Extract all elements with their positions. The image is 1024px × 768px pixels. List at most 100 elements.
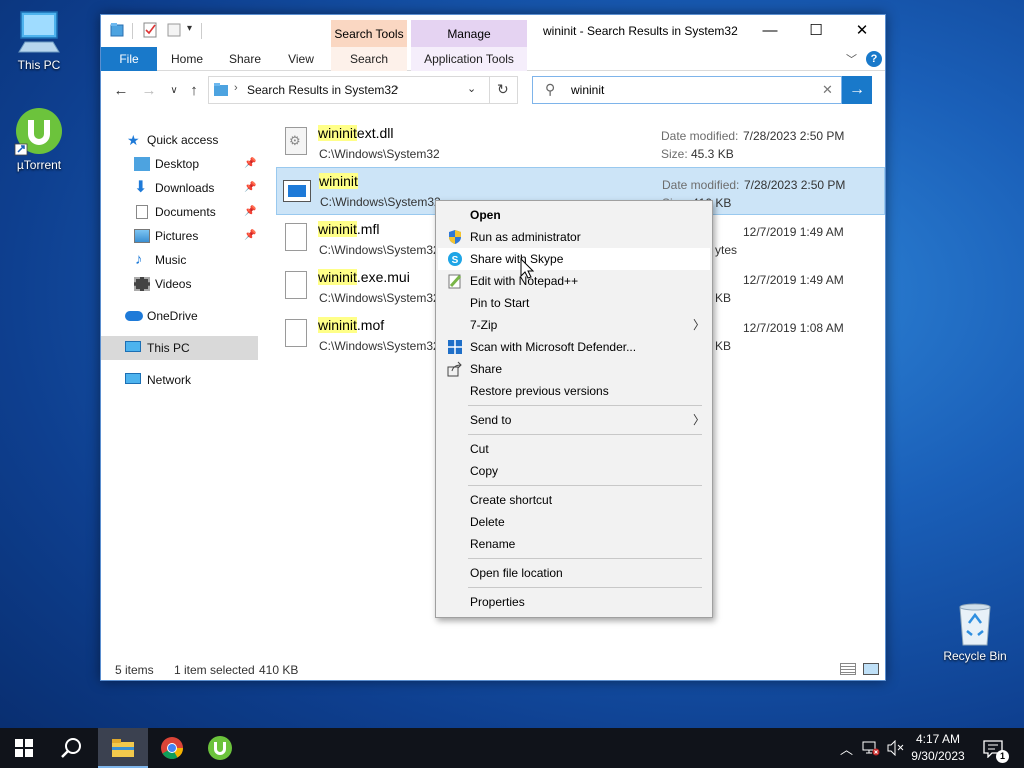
sidebar-item-this-pc[interactable]: This PC [101, 336, 258, 360]
search-input[interactable] [571, 81, 811, 99]
desktop-icon-recycle-bin[interactable]: Recycle Bin [936, 601, 1014, 663]
menu-item-delete[interactable]: Delete [438, 511, 710, 533]
search-go-button[interactable]: → [842, 76, 872, 104]
cloud-icon [125, 311, 143, 321]
film-icon [134, 277, 150, 291]
menu-item-rename[interactable]: Rename [438, 533, 710, 555]
shield-icon [449, 230, 461, 244]
sidebar-item-quick-access[interactable]: ★ Quick access [101, 128, 258, 152]
star-icon: ★ [127, 132, 140, 148]
show-hidden-icons-chevron-icon[interactable]: ︿ [840, 739, 853, 758]
tab-file[interactable]: File [101, 47, 157, 71]
menu-item-properties[interactable]: Properties [438, 591, 710, 613]
menu-item-share[interactable]: Share [438, 358, 710, 380]
ribbon-tabs: File Home Share View Search Application … [101, 47, 885, 71]
notification-center-button[interactable]: 1 [978, 732, 1012, 764]
sidebar-item-music[interactable]: ♪ Music [101, 248, 258, 272]
clock-time[interactable]: 4:17 AM [906, 732, 970, 746]
pin-icon[interactable]: 📌 [244, 224, 256, 248]
tab-application-tools[interactable]: Application Tools [411, 47, 527, 71]
tab-label: View [288, 52, 314, 66]
recent-locations-chevron-icon[interactable]: ∨ [163, 80, 185, 102]
volume-muted-icon[interactable] [886, 740, 904, 756]
search-box[interactable]: ⚲ ✕ [532, 76, 842, 104]
desktop-icon-utorrent[interactable]: µTorrent [0, 106, 78, 172]
pin-icon[interactable]: 📌 [244, 176, 256, 200]
size-value: KB [715, 291, 732, 305]
up-arrow-icon[interactable]: ↑ [183, 80, 205, 102]
refresh-icon[interactable]: ↻ [497, 81, 509, 98]
search-button[interactable] [48, 728, 96, 768]
tab-search[interactable]: Search [331, 47, 407, 71]
context-menu: Open Run as administrator S Share with S… [435, 200, 713, 618]
expand-ribbon-icon[interactable]: ﹀ [846, 51, 857, 67]
file-path: C:\Windows\System32 [319, 291, 440, 305]
menu-item-label: 7-Zip [470, 318, 498, 332]
large-icons-view-icon[interactable] [863, 663, 879, 675]
taskbar-file-explorer[interactable] [98, 728, 148, 768]
minimize-button[interactable]: — [747, 15, 793, 47]
menu-item-label: Share [470, 362, 503, 376]
menu-item-copy[interactable]: Copy [438, 460, 710, 482]
sidebar-item-downloads[interactable]: ⬇ Downloads 📌 [101, 176, 258, 200]
file-row[interactable]: ⚙ wininitext.dll C:\Windows\System32 Dat… [276, 120, 885, 166]
address-bar[interactable]: › Search Results in System32 › ⌄ ↻ [208, 76, 518, 104]
menu-item-send-to[interactable]: Send to 〉 [438, 409, 710, 431]
menu-item-scan-with-defender[interactable]: Scan with Microsoft Defender... [438, 336, 710, 358]
sidebar-item-pictures[interactable]: Pictures 📌 [101, 224, 258, 248]
file-explorer-icon [112, 739, 134, 757]
menu-item-open[interactable]: Open [438, 204, 710, 226]
menu-item-open-file-location[interactable]: Open file location [438, 562, 710, 584]
maximize-button[interactable]: ☐ [793, 15, 839, 47]
sidebar-item-videos[interactable]: Videos [101, 272, 258, 296]
back-arrow-icon[interactable]: ← [110, 80, 132, 102]
network-status-icon[interactable] [862, 740, 880, 756]
taskbar-chrome[interactable] [148, 728, 196, 768]
taskbar-utorrent[interactable] [196, 728, 244, 768]
clock-date[interactable]: 9/30/2023 [906, 749, 970, 763]
menu-item-create-shortcut[interactable]: Create shortcut [438, 489, 710, 511]
forward-arrow-icon[interactable]: → [138, 80, 160, 102]
start-button[interactable] [0, 728, 48, 768]
menu-item-run-as-administrator[interactable]: Run as administrator [438, 226, 710, 248]
sidebar-item-desktop[interactable]: Desktop 📌 [101, 152, 258, 176]
menu-item-label: Share with Skype [470, 252, 564, 266]
file-name-rest: .mfl [356, 221, 380, 237]
desktop-icon-label: Recycle Bin [943, 649, 1007, 663]
menu-item-label: Scan with Microsoft Defender... [470, 340, 637, 354]
chevron-down-icon[interactable]: ▾ [187, 23, 192, 34]
desktop-icon-this-pc[interactable]: This PC [0, 10, 78, 72]
title-bar[interactable]: ▾ Search Tools Manage wininit - Search R… [101, 15, 885, 48]
pin-icon[interactable]: 📌 [244, 200, 256, 224]
file-name-rest: ext.dll [356, 125, 394, 141]
sidebar-item-label: Music [155, 253, 187, 267]
sidebar-item-documents[interactable]: Documents 📌 [101, 200, 258, 224]
menu-item-cut[interactable]: Cut [438, 438, 710, 460]
close-button[interactable]: ✕ [839, 15, 885, 47]
properties-icon[interactable] [143, 22, 157, 38]
menu-separator [468, 405, 702, 406]
new-folder-icon[interactable] [167, 22, 181, 38]
menu-item-7-zip[interactable]: 7-Zip 〉 [438, 314, 710, 336]
tab-share[interactable]: Share [219, 47, 271, 71]
pin-icon[interactable]: 📌 [244, 152, 256, 176]
arrow-right-icon: → [849, 81, 865, 98]
address-dropdown-icon[interactable]: ⌄ [467, 82, 476, 95]
tab-view[interactable]: View [277, 47, 325, 71]
recycle-bin-icon [959, 603, 991, 646]
menu-item-label: Cut [470, 442, 489, 456]
sidebar-item-network[interactable]: Network [101, 368, 258, 392]
sidebar-item-label: Desktop [155, 157, 200, 171]
menu-item-restore-previous-versions[interactable]: Restore previous versions [438, 380, 710, 402]
address-path[interactable]: Search Results in System32 [247, 83, 398, 97]
menu-item-label: Open file location [470, 566, 563, 580]
help-icon[interactable]: ? [866, 51, 882, 67]
sidebar-item-onedrive[interactable]: OneDrive [101, 304, 258, 328]
sidebar-item-label: Pictures [155, 229, 199, 243]
menu-item-share-with-skype[interactable]: S Share with Skype [438, 248, 710, 270]
menu-item-pin-to-start[interactable]: Pin to Start [438, 292, 710, 314]
clear-search-icon[interactable]: ✕ [822, 82, 833, 98]
menu-item-edit-with-notepad-plus-plus[interactable]: Edit with Notepad++ [438, 270, 710, 292]
tab-home[interactable]: Home [161, 47, 213, 71]
details-view-icon[interactable] [840, 663, 856, 675]
